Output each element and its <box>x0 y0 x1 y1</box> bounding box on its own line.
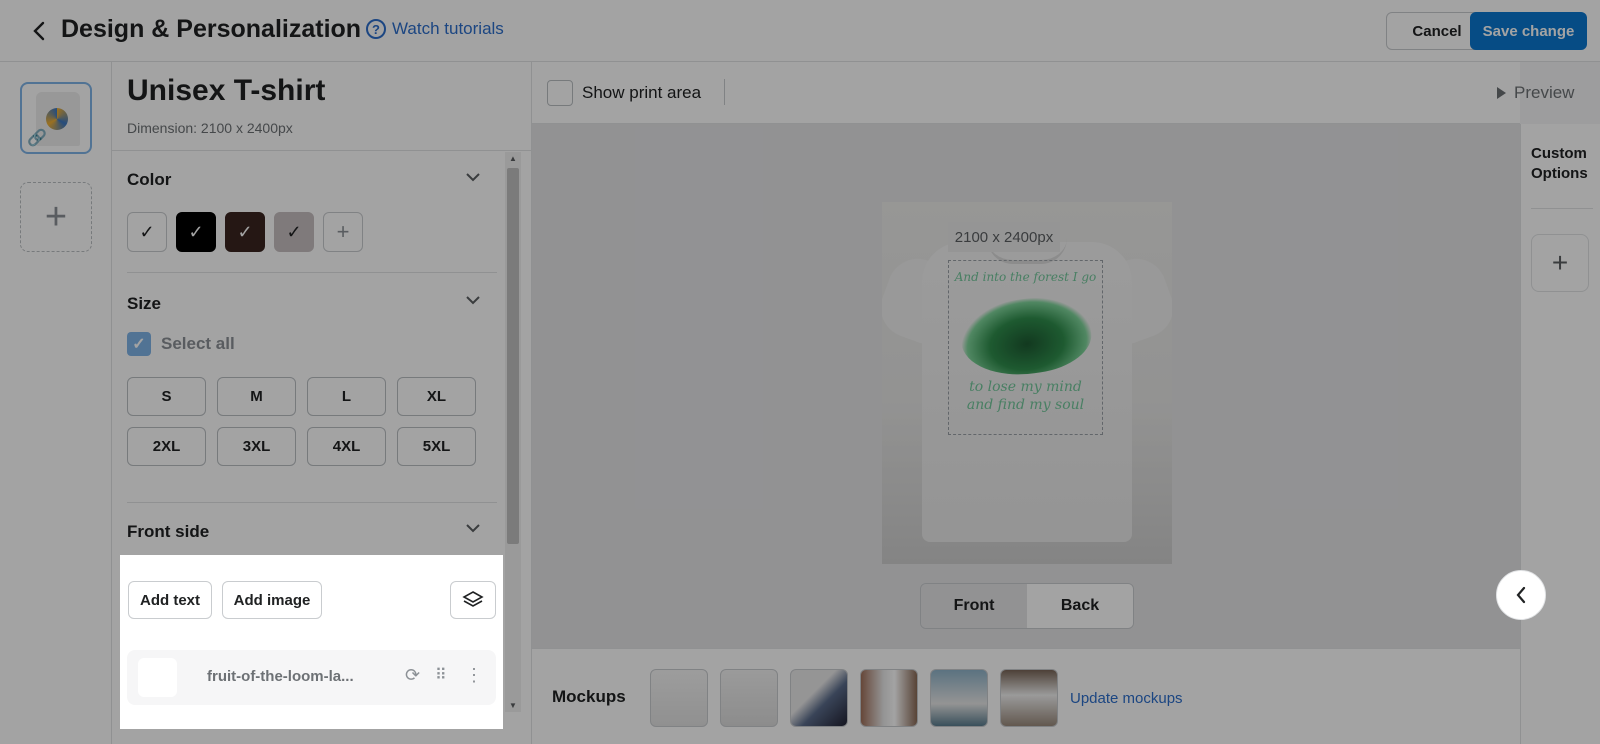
drag-handle-icon[interactable]: ⠿ <box>435 665 447 685</box>
overlay <box>0 0 1600 555</box>
layer-item[interactable]: fruit-of-the-loom-la... ⟳ ⠿ ⋮ <box>127 650 496 705</box>
collapse-panel-button[interactable] <box>1496 570 1546 620</box>
chevron-left-icon <box>1516 586 1526 604</box>
replace-icon[interactable]: ⟳ <box>405 665 420 686</box>
layers-button[interactable] <box>450 581 496 619</box>
layer-name: fruit-of-the-loom-la... <box>207 668 354 685</box>
layers-icon <box>462 591 484 607</box>
add-text-button[interactable]: Add text <box>128 581 212 619</box>
overlay <box>0 555 120 744</box>
overlay <box>503 555 1600 744</box>
more-options-icon[interactable]: ⋮ <box>465 665 483 686</box>
layer-thumbnail <box>138 658 177 697</box>
add-image-button[interactable]: Add image <box>222 581 322 619</box>
overlay <box>120 729 503 744</box>
front-side-card: Add text Add image fruit-of-the-loom-la.… <box>120 555 503 729</box>
